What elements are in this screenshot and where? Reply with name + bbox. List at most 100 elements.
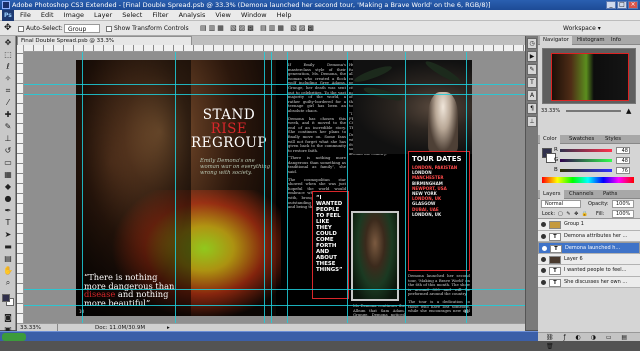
workspace-menu[interactable]: Workspace ▾ — [563, 24, 601, 33]
foreground-color[interactable] — [2, 294, 10, 302]
actions-panel-icon[interactable]: ▶ — [527, 51, 537, 62]
visibility-eye-icon[interactable] — [542, 246, 547, 251]
navigator-zoom-value[interactable]: 33.33% — [541, 107, 560, 115]
dodge-tool-icon[interactable]: ● — [2, 193, 14, 204]
guide-line[interactable] — [24, 94, 525, 95]
layer-row[interactable]: TI wanted people to feel... — [538, 265, 640, 277]
gradient-tool-icon[interactable]: ▦ — [2, 169, 14, 180]
align-icons[interactable]: ▤▥▦ ▧▨▩ ▤▥▦ ▧▨▩ — [200, 24, 316, 33]
auto-select-type-dropdown[interactable]: Group — [64, 24, 100, 33]
menu-file[interactable]: File — [16, 10, 35, 21]
eyedropper-tool-icon[interactable]: ⁄ — [2, 97, 14, 108]
tab-styles[interactable]: Styles — [602, 135, 624, 144]
blend-mode-dropdown[interactable]: Normal — [541, 200, 581, 208]
menu-edit[interactable]: Edit — [37, 10, 58, 21]
tab-color[interactable]: Color — [540, 135, 560, 144]
visibility-eye-icon[interactable] — [541, 233, 546, 239]
menu-filter[interactable]: Filter — [148, 10, 172, 21]
tool-presets-icon[interactable]: T — [527, 77, 537, 88]
guide-line[interactable] — [264, 52, 265, 323]
quick-mask-icon[interactable]: ◙ — [2, 312, 14, 323]
brushes-panel-icon[interactable]: ✎ — [527, 64, 537, 75]
clone-stamp-tool-icon[interactable]: ⊥ — [2, 133, 14, 144]
layer-row-selected[interactable]: T Demona launched h... — [538, 242, 640, 254]
visibility-eye-icon[interactable] — [541, 279, 546, 285]
guide-line[interactable] — [347, 52, 348, 323]
pen-tool-icon[interactable]: ✒ — [2, 205, 14, 216]
brush-tool-icon[interactable]: ✎ — [2, 121, 14, 132]
menu-select[interactable]: Select — [118, 10, 146, 21]
red-slider[interactable] — [560, 149, 612, 152]
healing-brush-tool-icon[interactable]: ✚ — [2, 109, 14, 120]
tab-info[interactable]: Info — [608, 36, 624, 45]
guide-line[interactable] — [24, 289, 525, 290]
lock-icons[interactable]: ▢ ✎ ✥ 🔒 — [558, 209, 589, 219]
tab-layers[interactable]: Layers — [540, 190, 564, 199]
paragraph-panel-icon[interactable]: ¶ — [527, 103, 537, 114]
zoom-in-icon[interactable]: ▲ — [626, 107, 631, 115]
zoom-tool-icon[interactable]: ⌕ — [2, 277, 14, 288]
menu-analysis[interactable]: Analysis — [175, 10, 210, 21]
layer-row[interactable]: T Demona attributes her ... — [538, 230, 640, 242]
magazine-spread[interactable]: STAND RISE REGROUP Emily Demona's one wo… — [76, 60, 472, 316]
color-spectrum-bar[interactable] — [542, 177, 634, 183]
tab-histogram[interactable]: Histogram — [574, 36, 607, 45]
tab-paths[interactable]: Paths — [600, 190, 620, 199]
menu-layer[interactable]: Layer — [90, 10, 116, 21]
history-panel-icon[interactable]: ◷ — [527, 38, 537, 49]
menu-window[interactable]: Window — [237, 10, 271, 21]
blur-tool-icon[interactable]: ◆ — [2, 181, 14, 192]
guide-line[interactable] — [24, 305, 525, 306]
green-value[interactable]: 48 — [616, 157, 630, 164]
type-tool-icon[interactable]: T — [2, 217, 14, 228]
maximize-button[interactable]: □ — [617, 1, 627, 9]
photoshop-app-icon[interactable] — [2, 1, 10, 9]
menu-help[interactable]: Help — [273, 10, 296, 21]
start-button[interactable] — [2, 333, 26, 341]
guide-line[interactable] — [271, 52, 272, 323]
vertical-ruler[interactable] — [17, 45, 24, 323]
blue-slider[interactable] — [560, 169, 612, 172]
transform-controls-checkbox[interactable] — [106, 25, 112, 32]
horizontal-ruler[interactable] — [24, 45, 525, 52]
tab-swatches[interactable]: Swatches — [566, 135, 597, 144]
guide-line[interactable] — [175, 52, 176, 323]
guide-line[interactable] — [24, 84, 525, 85]
menu-image[interactable]: Image — [60, 10, 88, 21]
move-tool-icon[interactable]: ✥ — [2, 37, 14, 48]
close-button[interactable]: × — [628, 1, 638, 9]
marquee-tool-icon[interactable]: ⬚ — [2, 49, 14, 60]
navigator-thumbnail[interactable] — [542, 48, 636, 104]
eraser-tool-icon[interactable]: ▭ — [2, 157, 14, 168]
crop-tool-icon[interactable]: ⌗ — [2, 85, 14, 96]
opacity-field[interactable]: 100% — [612, 200, 635, 208]
visibility-eye-icon[interactable] — [541, 222, 546, 227]
guide-line[interactable] — [405, 52, 406, 323]
move-tool-icon[interactable]: ✥ — [4, 24, 12, 33]
clone-source-icon[interactable]: ⊥ — [527, 116, 537, 127]
transform-controls-option[interactable]: Show Transform Controls — [106, 24, 189, 33]
guide-line[interactable] — [82, 52, 83, 323]
blue-value[interactable]: 76 — [616, 167, 630, 174]
guide-line[interactable] — [287, 52, 288, 323]
layer-row[interactable]: T She discusses her own ... — [538, 276, 640, 288]
layers-footer-icons[interactable]: ⛓ ƒ ◐ ◑ ▭ ▤ 🗑 — [538, 332, 640, 350]
auto-select-option[interactable]: Auto-Select: — [18, 24, 63, 33]
navigator-view-box[interactable] — [551, 53, 629, 101]
lasso-tool-icon[interactable]: ℓ — [2, 61, 14, 72]
path-selection-tool-icon[interactable]: ➤ — [2, 229, 14, 240]
guide-line[interactable] — [466, 52, 467, 323]
color-swatches[interactable] — [2, 294, 14, 306]
hand-tool-icon[interactable]: ✋ — [2, 265, 14, 276]
magic-wand-tool-icon[interactable]: ✧ — [2, 73, 14, 84]
document-tab[interactable]: Final Double Spread.psb @ 33.3% — [17, 36, 192, 45]
red-value[interactable]: 48 — [616, 147, 630, 154]
history-brush-tool-icon[interactable]: ↺ — [2, 145, 14, 156]
layer-row[interactable]: Layer 6 — [538, 253, 640, 265]
fill-field[interactable]: 100% — [612, 210, 635, 218]
layer-row[interactable]: Group 1 — [538, 219, 640, 231]
tab-channels[interactable]: Channels — [566, 190, 597, 199]
minimize-button[interactable]: _ — [606, 1, 616, 9]
visibility-eye-icon[interactable] — [541, 256, 546, 262]
auto-select-checkbox[interactable] — [18, 25, 24, 32]
